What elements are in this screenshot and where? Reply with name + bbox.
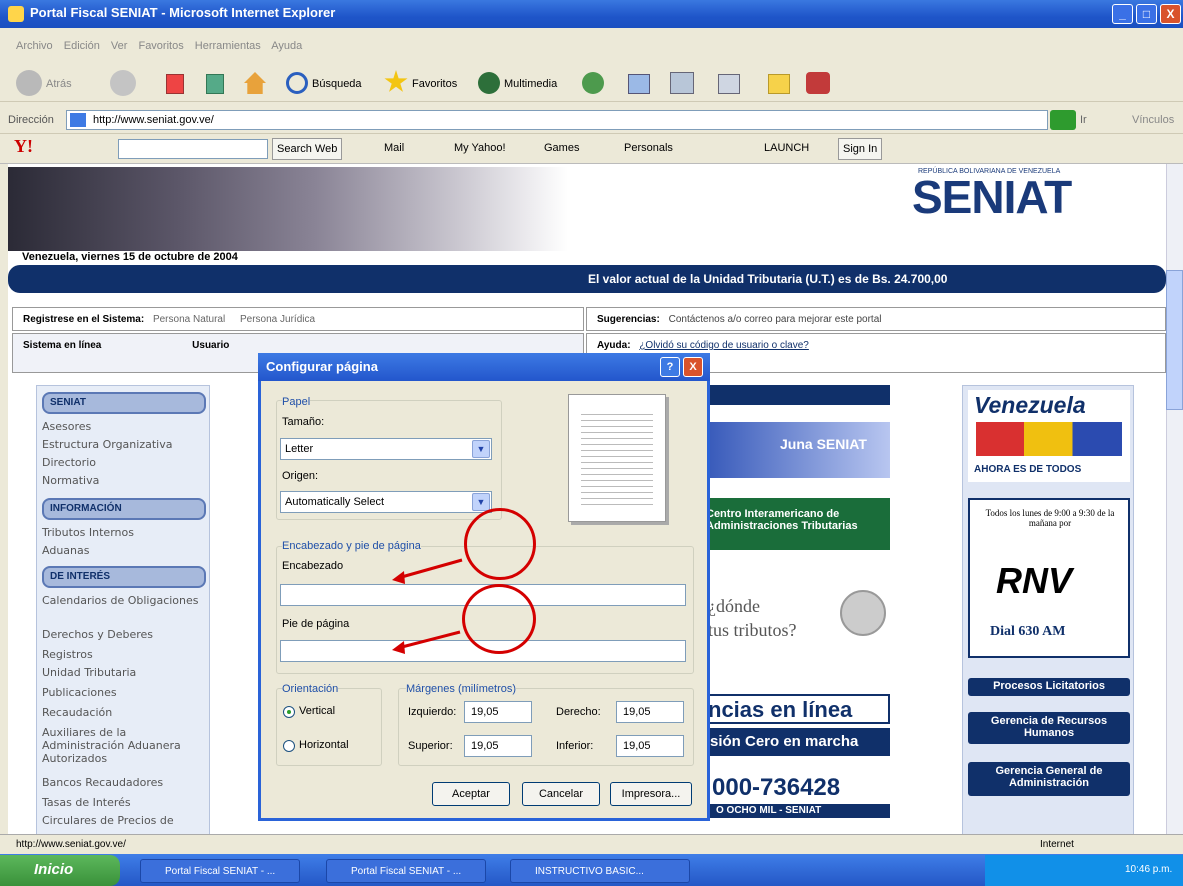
arrow-to-header (397, 558, 463, 580)
system-tray: 10:46 p.m. (985, 855, 1183, 886)
start-button[interactable]: Inicio (0, 855, 120, 886)
start-label: Inicio (34, 861, 74, 878)
status-zone: Internet (1040, 839, 1074, 850)
annotation-arrows (392, 558, 463, 654)
arrow-to-footer (397, 630, 461, 650)
clock: 10:46 p.m. (1125, 864, 1173, 875)
status-url: http://www.seniat.gov.ve/ (16, 839, 126, 850)
task-instructivo[interactable]: INSTRUCTIVO BASIC... (510, 859, 690, 883)
arrowhead-header (392, 571, 405, 584)
task-portal-2[interactable]: Portal Fiscal SENIAT - ... (326, 859, 486, 883)
task-portal-1[interactable]: Portal Fiscal SENIAT - ... (140, 859, 300, 883)
arrowhead-footer (392, 641, 405, 654)
status-bar: http://www.seniat.gov.ve/ Internet (0, 834, 1183, 854)
